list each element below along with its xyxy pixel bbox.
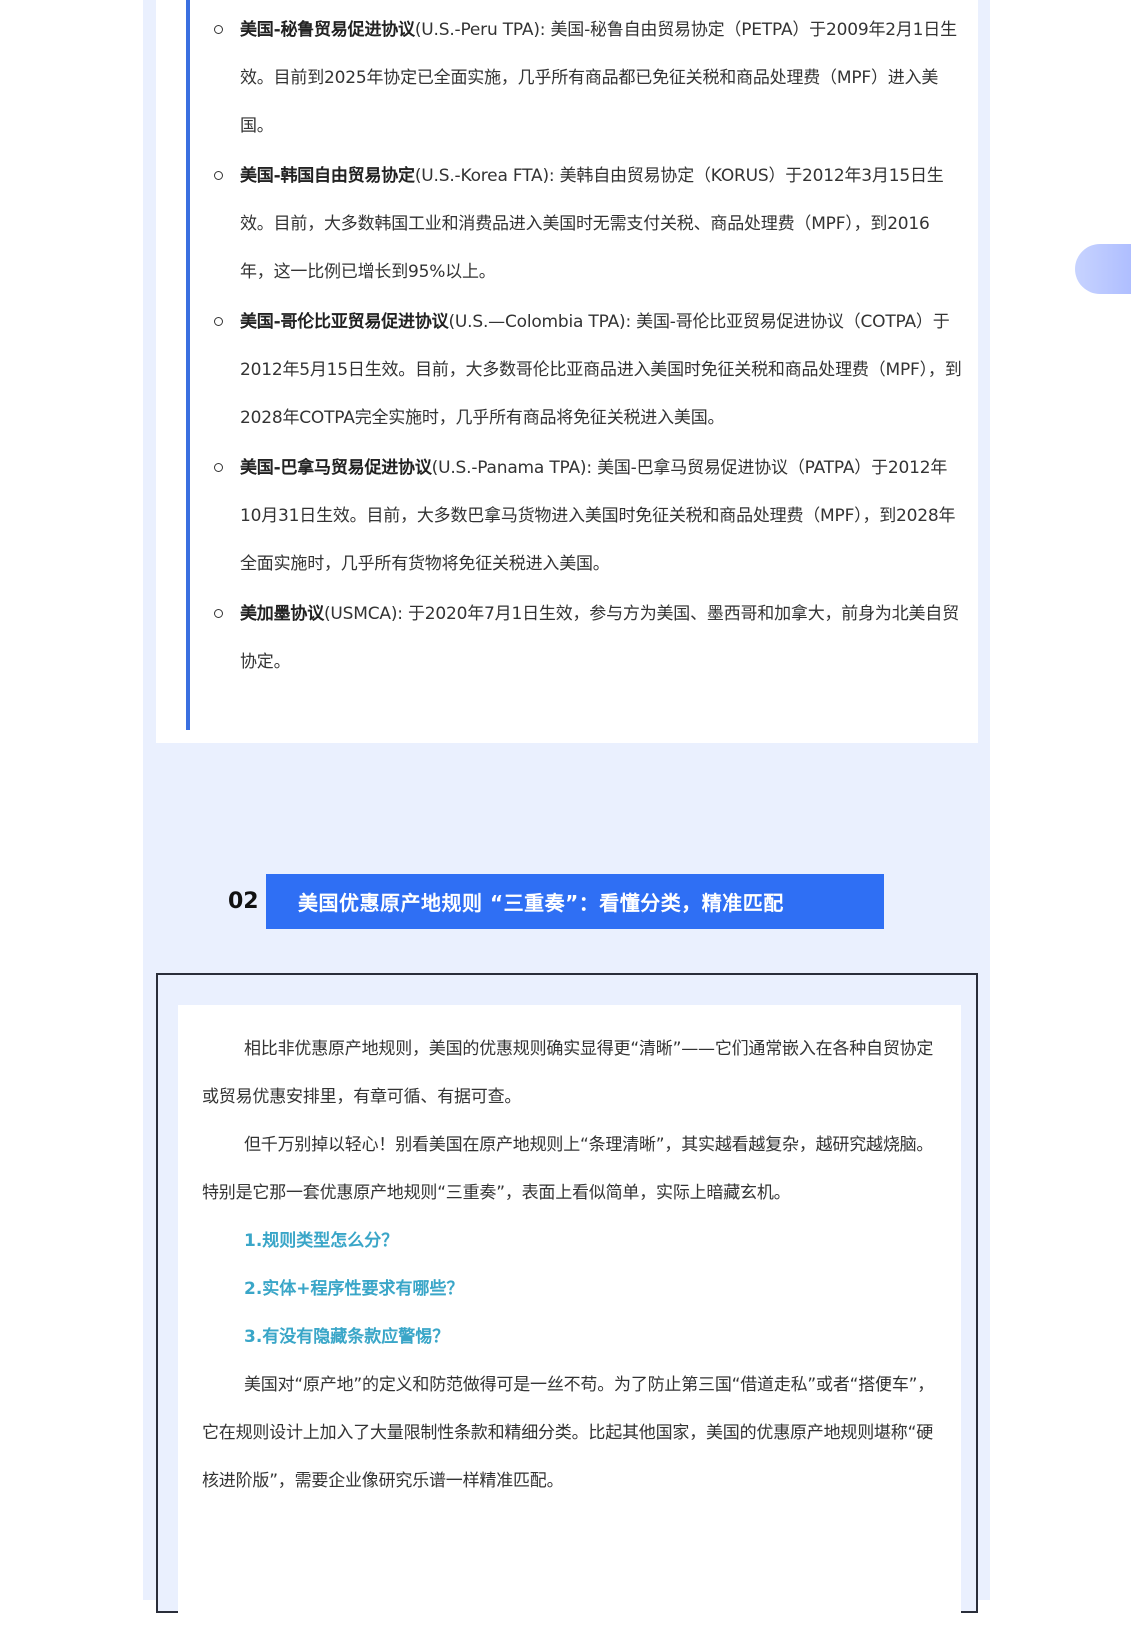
agreement-name: 美国-韩国自由贸易协定	[240, 166, 415, 186]
accent-bar	[186, 0, 190, 730]
list-item: 美国-韩国自由贸易协定(U.S.-Korea FTA): 美韩自由贸易协定（KO…	[214, 152, 962, 296]
list-item: 美加墨协议(USMCA): 于2020年7月1日生效，参与方为美国、墨西哥和加拿…	[214, 590, 962, 686]
list-item: 美国-秘鲁贸易促进协议(U.S.-Peru TPA): 美国-秘鲁自由贸易协定（…	[214, 6, 962, 150]
agreement-name: 美加墨协议	[240, 604, 324, 624]
intro-card: 相比非优惠原产地规则，美国的优惠规则确实显得更“清晰”——它们通常嵌入在各种自贸…	[178, 1005, 961, 1625]
paragraph: 美国对“原产地”的定义和防范做得可是一丝不苟。为了防止第三国“借道走私”或者“搭…	[202, 1375, 935, 1491]
intro-card-frame: 相比非优惠原产地规则，美国的优惠规则确实显得更“清晰”——它们通常嵌入在各种自贸…	[156, 973, 978, 1625]
intro-text: 相比非优惠原产地规则，美国的优惠规则确实显得更“清晰”——它们通常嵌入在各种自贸…	[202, 1025, 937, 1505]
question-2: 2.实体+程序性要求有哪些？	[244, 1279, 464, 1299]
paragraph: 但千万别掉以轻心！别看美国在原产地规则上“条理清晰”，其实越看越复杂，越研究越烧…	[202, 1135, 934, 1203]
bullet-circle-icon	[214, 609, 223, 618]
list-item: 美国-哥伦比亚贸易促进协议(U.S.—Colombia TPA): 美国-哥伦比…	[214, 298, 962, 442]
question-1: 1.规则类型怎么分？	[244, 1231, 399, 1251]
side-scroll-tab[interactable]	[1075, 244, 1131, 294]
bullet-circle-icon	[214, 463, 223, 472]
section-title: 美国优惠原产地规则 “三重奏”：看懂分类，精准匹配	[266, 874, 884, 929]
list-item: 美国-巴拿马贸易促进协议(U.S.-Panama TPA): 美国-巴拿马贸易促…	[214, 444, 962, 588]
agreements-card: 美国-秘鲁贸易促进协议(U.S.-Peru TPA): 美国-秘鲁自由贸易协定（…	[156, 0, 978, 743]
agreements-list: 美国-秘鲁贸易促进协议(U.S.-Peru TPA): 美国-秘鲁自由贸易协定（…	[214, 6, 962, 688]
agreement-desc: (USMCA): 于2020年7月1日生效，参与方为美国、墨西哥和加拿大，前身为…	[240, 604, 959, 672]
bullet-circle-icon	[214, 317, 223, 326]
agreement-name: 美国-巴拿马贸易促进协议	[240, 458, 432, 478]
paragraph: 相比非优惠原产地规则，美国的优惠规则确实显得更“清晰”——它们通常嵌入在各种自贸…	[202, 1039, 934, 1107]
bullet-circle-icon	[214, 25, 223, 34]
agreement-name: 美国-哥伦比亚贸易促进协议	[240, 312, 449, 332]
section-header: 02 美国优惠原产地规则 “三重奏”：看懂分类，精准匹配	[228, 874, 884, 929]
agreement-name: 美国-秘鲁贸易促进协议	[240, 20, 415, 40]
question-3: 3.有没有隐藏条款应警惕？	[244, 1327, 450, 1347]
section-number: 02	[228, 889, 259, 914]
bullet-circle-icon	[214, 171, 223, 180]
